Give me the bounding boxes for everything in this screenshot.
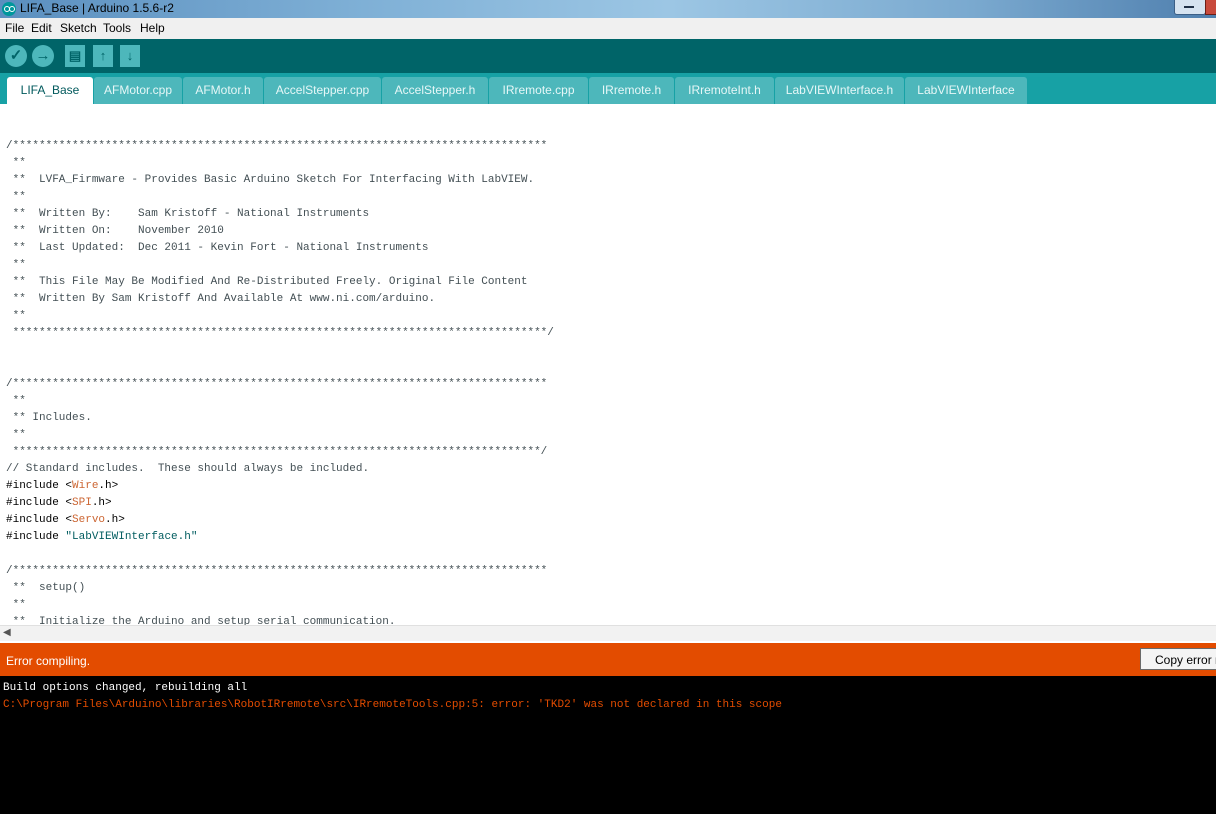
open-sketch-icon[interactable]: ↑ — [93, 45, 113, 67]
save-sketch-icon[interactable]: ↓ — [120, 45, 140, 67]
tab-labviewinterface[interactable]: LabVIEWInterface — [905, 77, 1027, 104]
copy-error-messages-button[interactable]: Copy error messages — [1140, 648, 1216, 670]
code-line: ****************************************… — [6, 446, 548, 458]
include-string: "LabVIEWInterface.h" — [65, 531, 198, 543]
include-line: #include <Servo.h> — [6, 512, 125, 529]
upload-icon[interactable]: → — [32, 45, 54, 67]
code-line: ** — [6, 429, 26, 441]
new-sketch-icon[interactable]: ▤ — [65, 45, 85, 67]
scroll-left-arrow-icon[interactable]: ◀ — [3, 627, 11, 638]
code-line: ** Written By Sam Kristoff And Available… — [6, 293, 436, 305]
verify-icon[interactable]: ✓ — [5, 45, 27, 67]
tab-lifa-base[interactable]: LIFA_Base — [7, 77, 93, 104]
close-button[interactable] — [1205, 0, 1216, 15]
console-error-line: C:\Program Files\Arduino\libraries\Robot… — [3, 699, 782, 711]
include-line: #include <SPI.h> — [6, 495, 112, 512]
include-keyword: #include — [6, 531, 66, 543]
code-line: ** — [6, 191, 26, 203]
code-line: ** — [6, 395, 26, 407]
code-line: ** — [6, 259, 26, 271]
minimize-button[interactable] — [1174, 0, 1206, 15]
code-line: /***************************************… — [6, 140, 548, 152]
menu-tools[interactable]: Tools — [103, 21, 131, 35]
include-line: #include <Wire.h> — [6, 478, 118, 495]
include-keyword: #include < — [6, 480, 73, 492]
console-line: Build options changed, rebuilding all — [3, 682, 248, 694]
tab-labviewinterface-h[interactable]: LabVIEWInterface.h — [775, 77, 904, 104]
status-message: Error compiling. — [6, 654, 91, 668]
menu-file[interactable]: File — [5, 21, 24, 35]
include-suffix: .h> — [105, 514, 125, 526]
window-title: LIFA_Base | Arduino 1.5.6-r2 — [20, 1, 174, 15]
include-keyword: #include < — [6, 497, 73, 509]
tab-accelstepper-cpp[interactable]: AccelStepper.cpp — [264, 77, 381, 104]
code-comment: // Standard includes. These should alway… — [6, 463, 370, 475]
tab-irremote-cpp[interactable]: IRremote.cpp — [489, 77, 588, 104]
code-line: ****************************************… — [6, 327, 554, 339]
code-line: ** Initialize the Arduino and setup seri… — [6, 616, 396, 625]
arduino-logo-icon — [2, 2, 16, 16]
tab-afmotor-h[interactable]: AFMotor.h — [183, 77, 263, 104]
tab-accelstepper-h[interactable]: AccelStepper.h — [382, 77, 488, 104]
tab-irremote-h[interactable]: IRremote.h — [589, 77, 674, 104]
status-bar: Error compiling. Copy error messages — [0, 643, 1216, 676]
code-line: /***************************************… — [6, 378, 548, 390]
tab-bar: LIFA_Base AFMotor.cpp AFMotor.h AccelSte… — [0, 73, 1216, 104]
code-line: ** Includes. — [6, 412, 92, 424]
menu-sketch[interactable]: Sketch — [60, 21, 97, 35]
code-line: ** — [6, 599, 26, 611]
menu-edit[interactable]: Edit — [31, 21, 52, 35]
menu-help[interactable]: Help — [140, 21, 165, 35]
include-suffix: .h> — [91, 497, 112, 509]
tab-afmotor-cpp[interactable]: AFMotor.cpp — [94, 77, 182, 104]
code-line: ** setup() — [6, 582, 86, 594]
code-line: /***************************************… — [6, 565, 548, 577]
code-line: ** LVFA_Firmware - Provides Basic Arduin… — [6, 174, 535, 186]
code-line: ** This File May Be Modified And Re-Dist… — [6, 276, 528, 288]
title-bar: LIFA_Base | Arduino 1.5.6-r2 — [0, 0, 1216, 18]
code-line: ** Last Updated: Dec 2011 - Kevin Fort -… — [6, 242, 429, 254]
tab-irremoteint-h[interactable]: IRremoteInt.h — [675, 77, 774, 104]
include-line: #include "LabVIEWInterface.h" — [6, 529, 197, 546]
toolbar: ✓ → ▤ ↑ ↓ — [0, 39, 1216, 73]
library-name: SPI — [72, 497, 92, 509]
code-line: ** Written On: November 2010 — [6, 225, 224, 237]
include-suffix: .h> — [98, 480, 119, 492]
library-name: Wire — [72, 480, 99, 492]
code-editor[interactable]: /***************************************… — [0, 104, 1216, 625]
console-output[interactable]: Build options changed, rebuilding all C:… — [0, 676, 1216, 814]
menu-bar: File Edit Sketch Tools Help — [0, 18, 1216, 40]
library-name: Servo — [72, 514, 106, 526]
include-keyword: #include < — [6, 514, 73, 526]
horizontal-scrollbar[interactable]: ◀ — [0, 625, 1216, 641]
code-line: ** — [6, 157, 26, 169]
code-line: ** — [6, 310, 26, 322]
code-line: ** Written By: Sam Kristoff - National I… — [6, 208, 370, 220]
